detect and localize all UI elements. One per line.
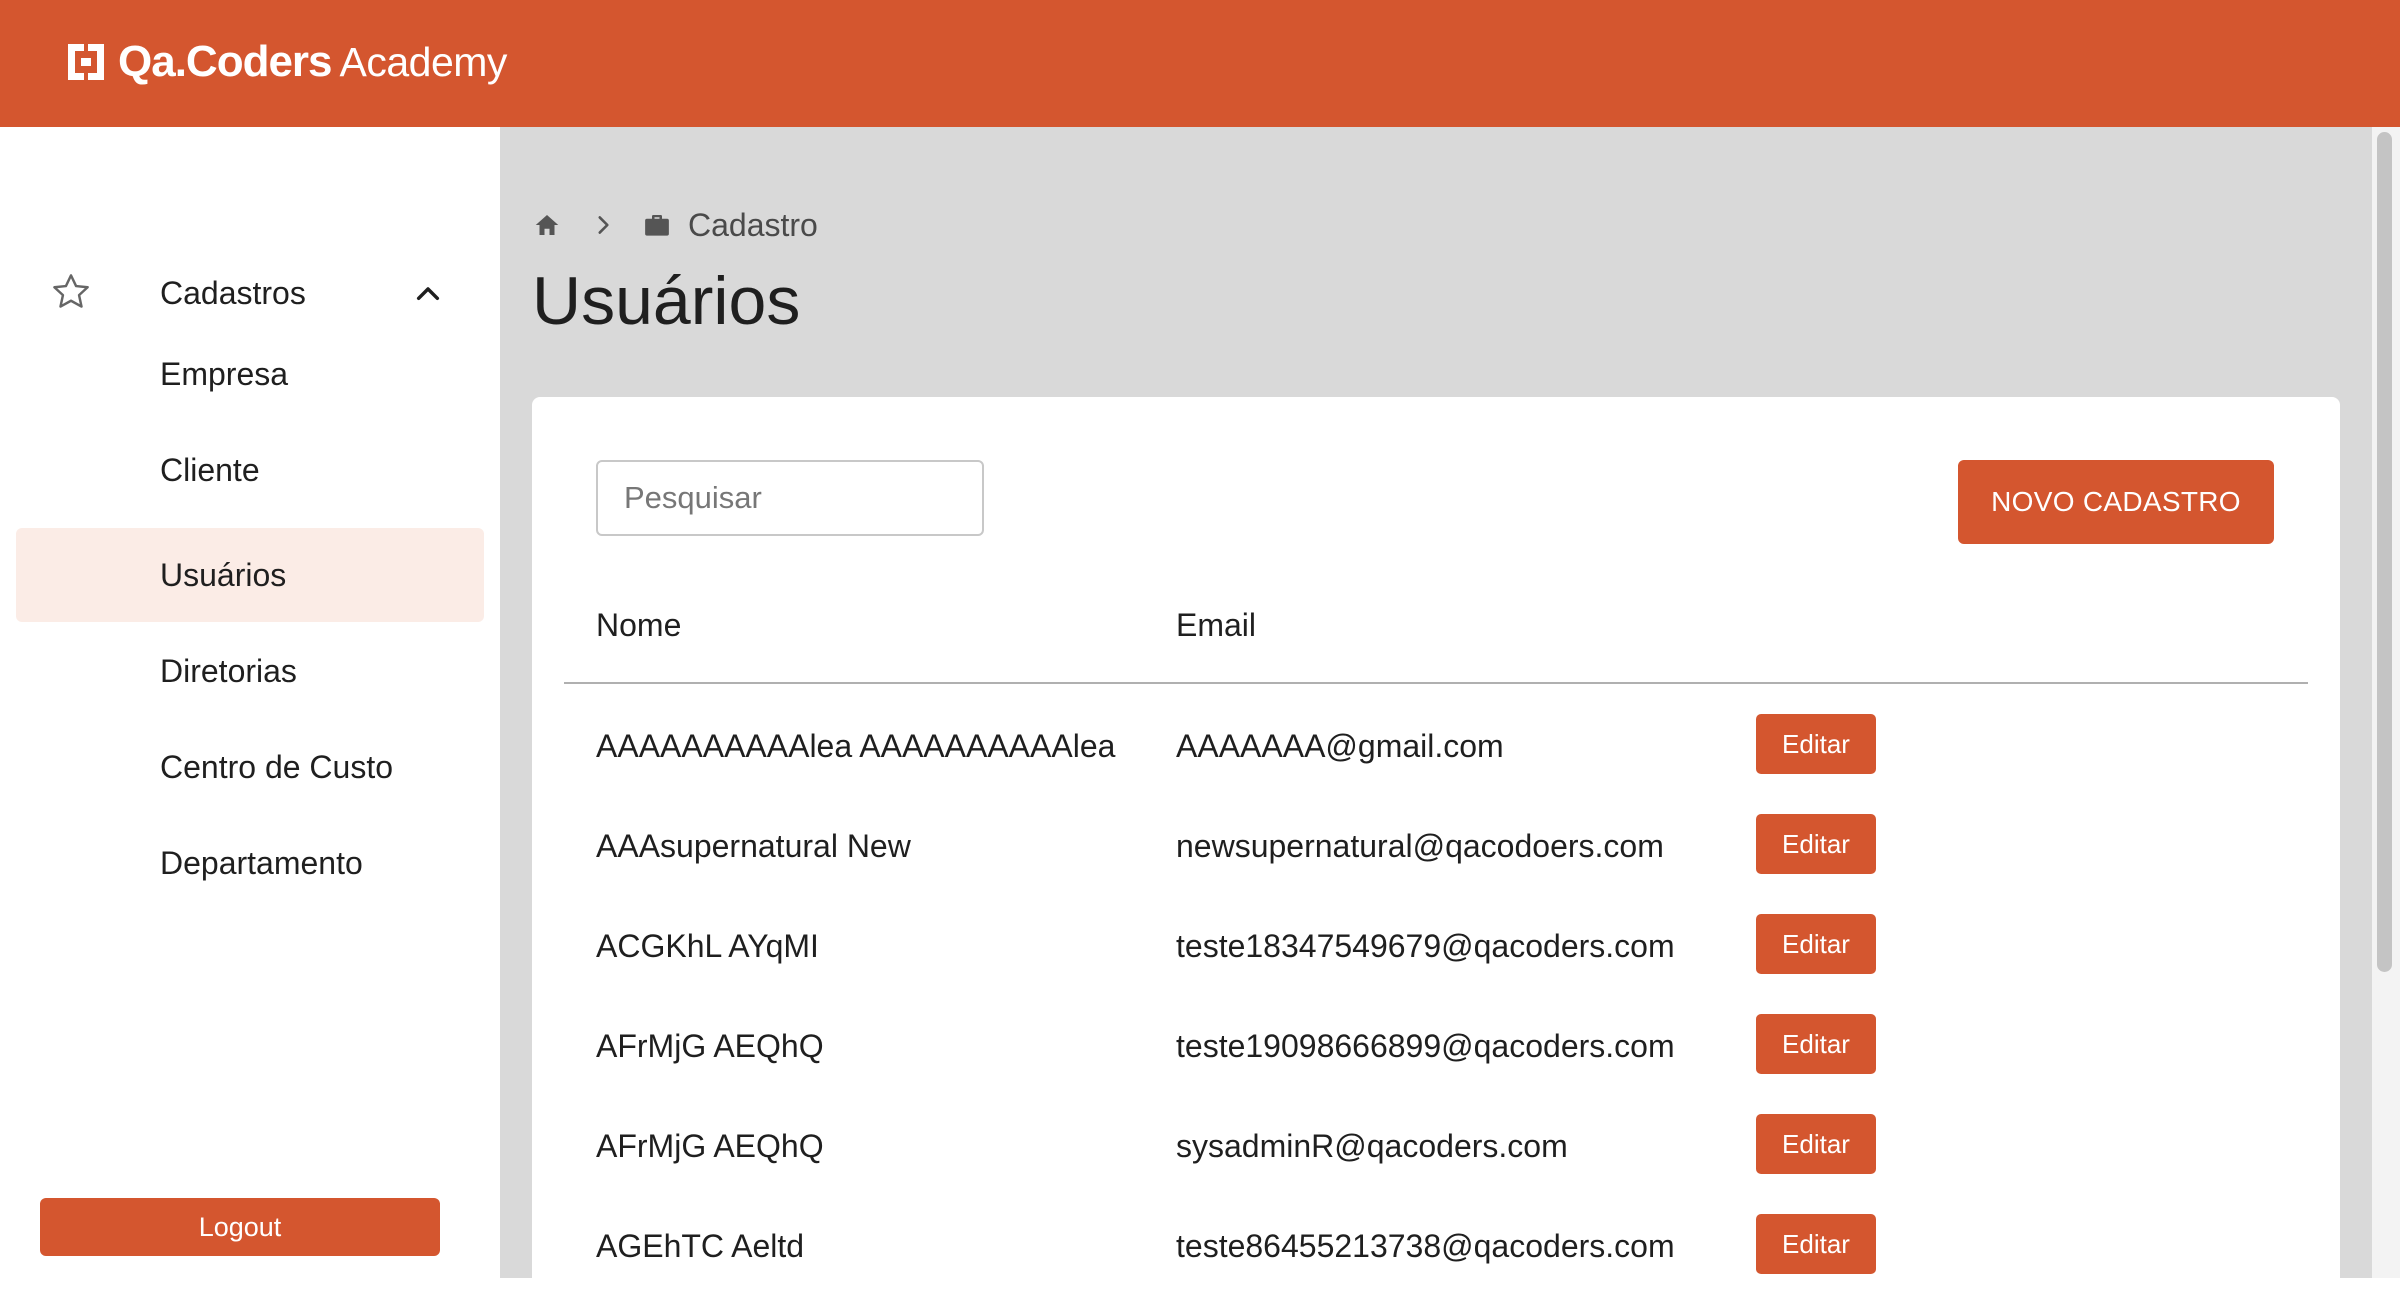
sidebar-item-cliente[interactable]: Cliente — [16, 423, 484, 517]
chevron-up-icon[interactable] — [412, 277, 444, 309]
page-title: Usuários — [532, 263, 801, 339]
brand-name: Qa.Coders — [118, 37, 333, 86]
table-row: AGEhTC Aeltd teste86455213738@qacoders.c… — [532, 1214, 2340, 1274]
sidebar-item-label: Departamento — [160, 844, 363, 881]
sidebar-item-empresa[interactable]: Empresa — [16, 327, 484, 421]
sidebar-item-diretorias[interactable]: Diretorias — [16, 624, 484, 718]
sidebar-item-label: Empresa — [160, 355, 289, 392]
edit-button[interactable]: Editar — [1756, 1214, 1876, 1274]
top-bar: Qa.Coders Academy — [0, 0, 2400, 127]
logout-button[interactable]: Logout — [40, 1198, 440, 1256]
cell-name: AAAAAAAAAAlea AAAAAAAAAAlea — [596, 728, 1116, 764]
sidebar-item-label: Centro de Custo — [160, 748, 394, 785]
table-row: AAAAAAAAAAlea AAAAAAAAAAlea AAAAAAA@gmai… — [532, 714, 2340, 774]
home-icon[interactable] — [532, 210, 562, 240]
chevron-right-icon — [598, 216, 609, 234]
table-row: AFrMjG AEQhQ teste19098666899@qacoders.c… — [532, 1014, 2340, 1074]
briefcase-icon — [645, 215, 669, 236]
table-row: ACGKhL AYqMI teste18347549679@qacoders.c… — [532, 914, 2340, 974]
cell-name: AFrMjG AEQhQ — [596, 1128, 824, 1164]
edit-button[interactable]: Editar — [1756, 914, 1876, 974]
brand-suffix: Academy — [339, 38, 508, 85]
cell-name: AAAsupernatural New — [596, 828, 911, 864]
table-header-divider — [564, 682, 2308, 684]
breadcrumb-current: Cadastro — [688, 206, 818, 243]
sidebar-section-label: Cadastros — [160, 274, 306, 311]
column-header-name: Nome — [596, 607, 682, 643]
sidebar-item-label: Diretorias — [160, 652, 297, 689]
cell-name: ACGKhL AYqMI — [596, 928, 819, 964]
star-icon — [53, 274, 89, 308]
sidebar: Cadastros Empresa Cliente Usuários Diret… — [0, 127, 500, 1278]
sidebar-item-departamento[interactable]: Departamento — [16, 816, 484, 910]
qa-coders-logo-icon — [68, 44, 104, 80]
search-input[interactable] — [596, 460, 984, 536]
edit-button[interactable]: Editar — [1756, 714, 1876, 774]
breadcrumb: Cadastro — [532, 205, 818, 245]
scrollbar-thumb[interactable] — [2377, 132, 2392, 972]
column-header-email: Email — [1176, 607, 1257, 643]
cell-email: teste18347549679@qacoders.com — [1176, 928, 1675, 964]
sidebar-item-usuarios[interactable]: Usuários — [16, 528, 484, 622]
table-row: AFrMjG AEQhQ sysadminR@qacoders.com Edit… — [532, 1114, 2340, 1174]
edit-button[interactable]: Editar — [1756, 1114, 1876, 1174]
table-row: AAAsupernatural New newsupernatural@qaco… — [532, 814, 2340, 874]
users-card: NOVO CADASTRO Nome Email AAAAAAAAAAlea A… — [532, 397, 2340, 1297]
cell-email: teste19098666899@qacoders.com — [1176, 1028, 1675, 1064]
cell-name: AGEhTC Aeltd — [596, 1228, 805, 1264]
cell-name: AFrMjG AEQhQ — [596, 1028, 824, 1064]
new-record-button[interactable]: NOVO CADASTRO — [1958, 460, 2274, 544]
cell-email: teste86455213738@qacoders.com — [1176, 1228, 1675, 1264]
cell-email: AAAAAAA@gmail.com — [1176, 728, 1504, 764]
sidebar-item-centro-de-custo[interactable]: Centro de Custo — [16, 720, 484, 814]
cell-email: sysadminR@qacoders.com — [1176, 1128, 1568, 1164]
sidebar-section-cadastros[interactable]: Cadastros — [0, 253, 500, 333]
logo[interactable]: Qa.Coders Academy — [64, 30, 507, 94]
cell-email: newsupernatural@qacodoers.com — [1176, 828, 1664, 864]
edit-button[interactable]: Editar — [1756, 814, 1876, 874]
sidebar-item-label: Usuários — [160, 556, 287, 593]
edit-button[interactable]: Editar — [1756, 1014, 1876, 1074]
sidebar-item-label: Cliente — [160, 451, 260, 488]
